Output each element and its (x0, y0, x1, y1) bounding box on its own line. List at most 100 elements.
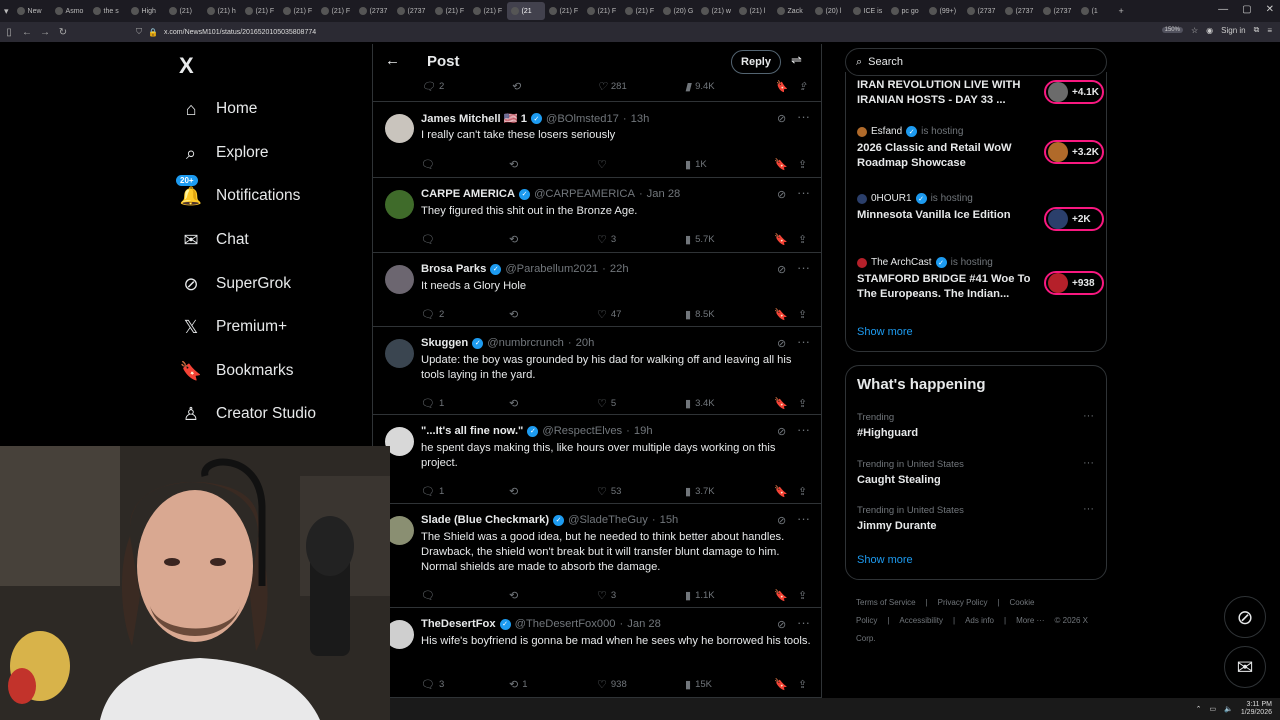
like-action[interactable]: ♡ 3 (597, 589, 616, 602)
repost-action[interactable]: ⟲ (509, 589, 522, 602)
grok-fab[interactable]: ⊘ (1224, 596, 1266, 638)
views-action[interactable]: ▮ 8.5K (685, 308, 715, 321)
trend-more-icon[interactable]: ··· (1083, 457, 1094, 469)
more-options-icon[interactable]: ··· (797, 185, 810, 200)
network-icon[interactable]: ▭ (1210, 705, 1217, 713)
views-action[interactable]: ▮ 1K (685, 158, 707, 171)
grok-explain-icon[interactable]: ⊘ (777, 425, 786, 438)
sidebar-toggle-icon[interactable]: ▯ (0, 27, 18, 38)
tweet-handle[interactable]: @RespectElves (542, 425, 622, 437)
like-action[interactable]: ♡ (597, 158, 611, 171)
repost-action[interactable]: ⟲ (509, 485, 522, 498)
space-listeners-pill[interactable]: +2K (1044, 207, 1104, 231)
bookmark-action[interactable]: 🔖 (774, 485, 788, 498)
tweet[interactable]: Skuggen ✓ @numbrcrunch · 20h ⊘ ··· Update: the … (373, 327, 821, 415)
more-options-icon[interactable]: ··· (797, 422, 810, 437)
browser-tab[interactable]: (21) F (583, 2, 621, 20)
share-action[interactable]: ⇪ (798, 589, 807, 602)
nav-item-explore[interactable]: ⌕ Explore (180, 138, 269, 168)
repost-action[interactable]: ⟲ (511, 80, 520, 93)
browser-tab[interactable]: (2737 (393, 2, 431, 20)
space-item[interactable]: Esfand ✓ is hosting 2026 Classic and Retail… (857, 126, 1104, 171)
tweet[interactable]: TheDesertFox ✓ @TheDesertFox000 · Jan 28 ⊘ ···… (373, 608, 821, 698)
tweet-timestamp[interactable]: 19h (634, 425, 653, 437)
footer-link[interactable]: Accessibility (899, 616, 943, 625)
space-listeners-pill[interactable]: +4.1K (1044, 80, 1104, 104)
new-tab-icon[interactable]: + (1115, 6, 1128, 16)
avatar[interactable] (385, 339, 414, 368)
nav-item-home[interactable]: ⌂ Home (180, 94, 258, 124)
reload-icon[interactable]: ↻ (54, 27, 72, 38)
browser-tab[interactable]: Asmo (51, 2, 89, 20)
space-listeners-pill[interactable]: +938 (1044, 271, 1104, 295)
x-logo[interactable]: X (179, 53, 194, 79)
browser-tab[interactable]: (2737 (963, 2, 1001, 20)
grok-explain-icon[interactable]: ⊘ (777, 263, 786, 276)
url-field[interactable]: ⛉ 🔒 x.com/NewsM101/status/20165201050358… (136, 25, 1136, 39)
share-action[interactable]: ⇪ (798, 485, 807, 498)
bookmark-action[interactable]: 🔖 (774, 233, 788, 246)
tweet-handle[interactable]: @TheDesertFox000 (515, 618, 616, 630)
browser-tab[interactable]: (21) F (241, 2, 279, 20)
browser-tab[interactable]: (2737 (355, 2, 393, 20)
like-action[interactable]: ♡ 281 (597, 80, 627, 93)
repost-action[interactable]: ⟲ (509, 158, 522, 171)
more-options-icon[interactable]: ··· (797, 615, 810, 630)
tweet-handle[interactable]: @Parabellum2021 (505, 263, 598, 275)
reply-action[interactable]: 🗨 1 (421, 485, 444, 498)
menu-icon[interactable]: ≡ (1267, 26, 1272, 35)
reply-action[interactable]: 🗨 2 (421, 80, 444, 93)
like-action[interactable]: ♡ 47 (597, 308, 621, 321)
tweet-author-name[interactable]: Slade (Blue Checkmark) (421, 514, 549, 526)
share-action[interactable]: ⇪ (798, 80, 807, 93)
tweet[interactable]: James Mitchell 🇺🇸 1 ✓ @BOlmsted17 · 13h ⊘ ··· I… (373, 102, 821, 178)
trend-item[interactable]: Trending in United States Jimmy Durante ··… (857, 503, 1097, 532)
reply-action[interactable]: 🗨 (421, 158, 439, 171)
browser-tab[interactable]: (99+) (925, 2, 963, 20)
browser-tab[interactable]: pc go (887, 2, 925, 20)
browser-tab[interactable]: (21) F (279, 2, 317, 20)
space-item[interactable]: IRAN REVOLUTION LIVE WITH IRANIAN HOSTS … (857, 78, 1104, 108)
space-item[interactable]: 0HOUR1 ✓ is hosting Minnesota Vanilla Ice E… (857, 193, 1104, 231)
tweet-author-name[interactable]: "...It's all fine now." (421, 425, 523, 437)
tweet-author-name[interactable]: James Mitchell 🇺🇸 1 (421, 112, 527, 125)
bookmark-action[interactable]: 🔖 (774, 308, 788, 321)
back-icon[interactable]: ← (18, 27, 36, 38)
repost-action[interactable]: ⟲ 1 (509, 678, 528, 691)
bookmark-action[interactable]: 🔖 (774, 80, 788, 93)
tweet[interactable]: "...It's all fine now." ✓ @RespectElves · 19… (373, 415, 821, 504)
trend-item[interactable]: Trending #Highguard ··· (857, 410, 1097, 439)
browser-tab[interactable]: (21) (165, 2, 203, 20)
space-host-name[interactable]: Esfand (871, 126, 902, 137)
tweet-handle[interactable]: @CARPEAMERICA (534, 188, 635, 200)
messages-fab[interactable]: ✉ (1224, 646, 1266, 688)
tweet-timestamp[interactable]: Jan 28 (647, 188, 681, 200)
grok-explain-icon[interactable]: ⊘ (777, 112, 786, 125)
tweet-timestamp[interactable]: Jan 28 (627, 618, 661, 630)
back-arrow-icon[interactable]: ← (385, 52, 400, 69)
tweet[interactable]: Brosa Parks ✓ @Parabellum2021 · 22h ⊘ ··· It ne… (373, 253, 821, 327)
browser-tab[interactable]: (1 (1077, 2, 1115, 20)
share-action[interactable]: ⇪ (798, 233, 807, 246)
space-item[interactable]: The ArchCast ✓ is hosting STAMFORD BRIDGE #… (857, 257, 1104, 302)
browser-tab[interactable]: (2737 (1001, 2, 1039, 20)
trend-more-icon[interactable]: ··· (1083, 503, 1094, 515)
reply-action[interactable]: 🗨 (421, 233, 439, 246)
bookmark-action[interactable]: 🔖 (774, 397, 788, 410)
like-action[interactable]: ♡ 3 (597, 233, 616, 246)
trends-show-more-link[interactable]: Show more (857, 554, 913, 566)
browser-tab[interactable]: (21) F (545, 2, 583, 20)
share-action[interactable]: ⇪ (798, 158, 807, 171)
tweet-timestamp[interactable]: 20h (576, 337, 595, 349)
grok-explain-icon[interactable]: ⊘ (777, 618, 786, 631)
tweet-author-name[interactable]: Skuggen (421, 337, 468, 349)
bookmark-action[interactable]: 🔖 (774, 589, 788, 602)
like-action[interactable]: ♡ 938 (597, 678, 627, 691)
tweet-timestamp[interactable]: 15h (660, 514, 679, 526)
tweet-timestamp[interactable]: 22h (610, 263, 629, 275)
browser-tab[interactable]: (21) F (317, 2, 355, 20)
tweet-author-name[interactable]: TheDesertFox (421, 618, 496, 630)
nav-item-chat[interactable]: ✉ Chat (180, 225, 248, 255)
share-action[interactable]: ⇪ (798, 678, 807, 691)
signin-label[interactable]: Sign in (1221, 26, 1245, 35)
